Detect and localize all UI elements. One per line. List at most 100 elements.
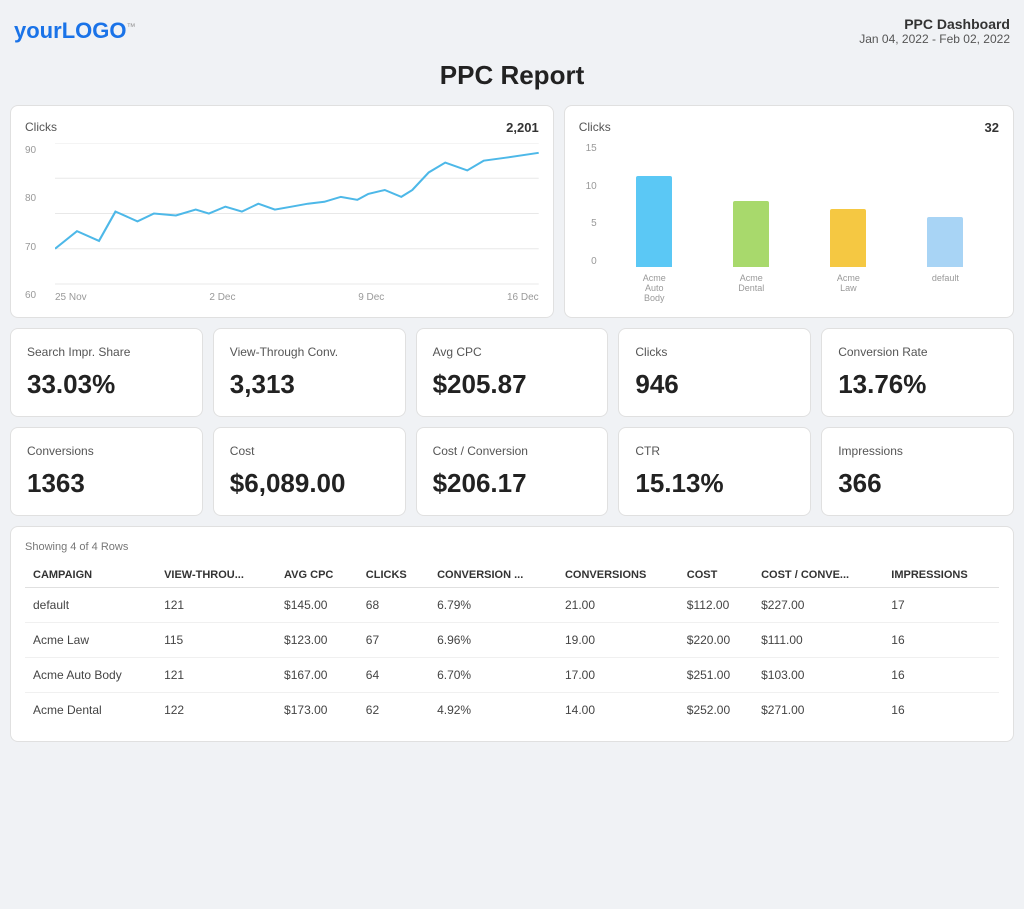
metric-label: View-Through Conv.: [230, 345, 389, 359]
table-cell: $112.00: [679, 588, 753, 623]
bar-x-axis: Acme Auto Body Acme Dental Acme Law defa…: [601, 267, 999, 303]
bar-3: [830, 209, 866, 267]
table-cell: 16: [883, 623, 999, 658]
table-col-header: CONVERSION ...: [429, 563, 557, 588]
metric-label: Impressions: [838, 444, 997, 458]
table-col-header: IMPRESSIONS: [883, 563, 999, 588]
metric-card: Impressions 366: [821, 427, 1014, 516]
header: yourLOGO™ PPC Dashboard Jan 04, 2022 - F…: [10, 10, 1014, 52]
metric-card: Search Impr. Share 33.03%: [10, 328, 203, 417]
table-cell: $167.00: [276, 658, 358, 693]
metric-card: Cost $6,089.00: [213, 427, 406, 516]
left-chart-card: Clicks 2,201 90 80 70 60: [10, 105, 554, 318]
table-cell: Acme Law: [25, 623, 156, 658]
table-cell: 17: [883, 588, 999, 623]
metric-card: Conversions 1363: [10, 427, 203, 516]
metric-card: Conversion Rate 13.76%: [821, 328, 1014, 417]
data-table: CAMPAIGNVIEW-THROU...AVG CPCCLICKSCONVER…: [25, 563, 999, 727]
left-chart-value: 2,201: [506, 120, 539, 135]
table-row: Acme Auto Body121$167.00646.70%17.00$251…: [25, 658, 999, 693]
table-cell: 17.00: [557, 658, 679, 693]
table-col-header: COST / CONVE...: [753, 563, 883, 588]
table-head: CAMPAIGNVIEW-THROU...AVG CPCCLICKSCONVER…: [25, 563, 999, 588]
table-cell: $173.00: [276, 693, 358, 728]
metric-value: 15.13%: [635, 468, 794, 499]
metrics-row-2: Conversions 1363 Cost $6,089.00 Cost / C…: [10, 427, 1014, 516]
metric-label: Avg CPC: [433, 345, 592, 359]
table-row: Acme Law115$123.00676.96%19.00$220.00$11…: [25, 623, 999, 658]
metric-card: CTR 15.13%: [618, 427, 811, 516]
table-row: default121$145.00686.79%21.00$112.00$227…: [25, 588, 999, 623]
table-col-header: CAMPAIGN: [25, 563, 156, 588]
logo-text: your: [14, 18, 62, 43]
table-cell: 68: [358, 588, 429, 623]
table-cell: 67: [358, 623, 429, 658]
table-cell: $252.00: [679, 693, 753, 728]
bar-2: [733, 201, 769, 267]
line-chart-svg: [55, 143, 539, 285]
table-row: Acme Dental122$173.00624.92%14.00$252.00…: [25, 693, 999, 728]
table-cell: 62: [358, 693, 429, 728]
table-header-row: CAMPAIGNVIEW-THROU...AVG CPCCLICKSCONVER…: [25, 563, 999, 588]
y-axis-labels: 90 80 70 60: [25, 143, 53, 303]
table-col-header: COST: [679, 563, 753, 588]
table-cell: 6.70%: [429, 658, 557, 693]
table-showing-text: Showing 4 of 4 Rows: [25, 541, 999, 553]
metric-label: CTR: [635, 444, 794, 458]
table-cell: 4.92%: [429, 693, 557, 728]
page-title: PPC Report: [10, 60, 1014, 91]
bar-label-3: Acme Law: [830, 273, 866, 293]
bar-4: [927, 217, 963, 267]
dashboard-title: PPC Dashboard: [859, 16, 1010, 32]
table-cell: 122: [156, 693, 276, 728]
bar-label-2: Acme Dental: [733, 273, 769, 293]
table-col-header: CONVERSIONS: [557, 563, 679, 588]
metric-label: Search Impr. Share: [27, 345, 186, 359]
table-cell: 121: [156, 658, 276, 693]
table-col-header: VIEW-THROU...: [156, 563, 276, 588]
table-cell: $227.00: [753, 588, 883, 623]
chart-area: [55, 143, 539, 285]
table-cell: 16: [883, 693, 999, 728]
metric-value: 13.76%: [838, 369, 997, 400]
metric-value: 33.03%: [27, 369, 186, 400]
right-chart-card: Clicks 32 15 10 5 0: [564, 105, 1014, 318]
table-cell: 64: [358, 658, 429, 693]
bar-group-4: [927, 143, 963, 267]
bar-group-3: [830, 143, 866, 267]
table-cell: $220.00: [679, 623, 753, 658]
metric-value: $6,089.00: [230, 468, 389, 499]
metric-card: View-Through Conv. 3,313: [213, 328, 406, 417]
table-cell: $111.00: [753, 623, 883, 658]
bars-area: [601, 143, 999, 267]
metric-label: Cost: [230, 444, 389, 458]
table-cell: Acme Dental: [25, 693, 156, 728]
bar-label-1: Acme Auto Body: [636, 273, 672, 303]
table-cell: $123.00: [276, 623, 358, 658]
bar-chart-container: 15 10 5 0: [579, 143, 999, 303]
table-cell: 121: [156, 588, 276, 623]
right-chart-value: 32: [985, 120, 999, 135]
table-col-header: AVG CPC: [276, 563, 358, 588]
metric-value: 1363: [27, 468, 186, 499]
header-right: PPC Dashboard Jan 04, 2022 - Feb 02, 202…: [859, 16, 1010, 46]
metric-card: Clicks 946: [618, 328, 811, 417]
line-chart-container: 90 80 70 60: [25, 143, 539, 303]
left-chart-header: Clicks 2,201: [25, 120, 539, 135]
table-cell: 6.96%: [429, 623, 557, 658]
metric-label: Clicks: [635, 345, 794, 359]
right-chart-header: Clicks 32: [579, 120, 999, 135]
table-cell: 6.79%: [429, 588, 557, 623]
metric-value: 946: [635, 369, 794, 400]
metric-value: $206.17: [433, 468, 592, 499]
right-chart-label: Clicks: [579, 120, 611, 134]
metric-value: 366: [838, 468, 997, 499]
table-col-header: CLICKS: [358, 563, 429, 588]
metric-label: Cost / Conversion: [433, 444, 592, 458]
table-cell: 14.00: [557, 693, 679, 728]
bar-group-2: [733, 143, 769, 267]
bar-y-axis: 15 10 5 0: [579, 143, 597, 267]
metric-value: $205.87: [433, 369, 592, 400]
table-cell: $271.00: [753, 693, 883, 728]
metrics-row-1: Search Impr. Share 33.03% View-Through C…: [10, 328, 1014, 417]
